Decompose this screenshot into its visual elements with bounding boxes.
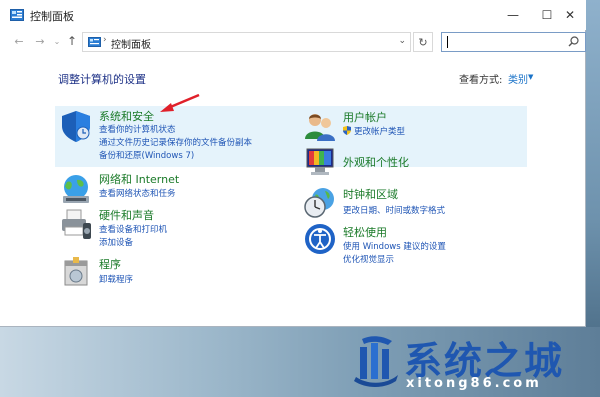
watermark-logo-icon [354,336,398,387]
red-arrow-annotation [160,93,200,112]
control-panel-window: 控制面板 — ☐ ✕ ← → ⌄ ↑ › 控制面板 ⌄ ↻ 调整计算机的设置 查… [0,0,586,327]
watermark-url: xitong86.com [406,376,542,391]
